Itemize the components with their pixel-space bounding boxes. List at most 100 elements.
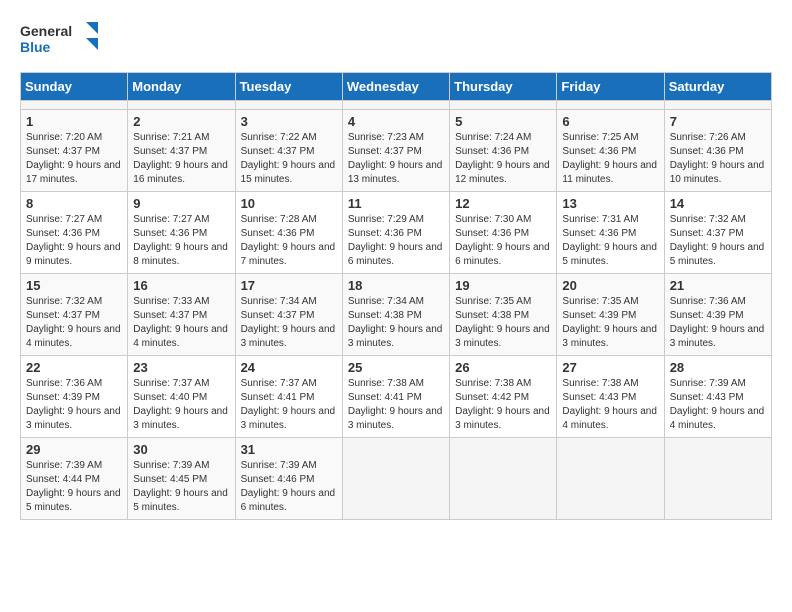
calendar-week-row: 15Sunrise: 7:32 AMSunset: 4:37 PMDayligh… <box>21 274 772 356</box>
day-number: 22 <box>26 360 122 375</box>
day-number: 28 <box>670 360 766 375</box>
calendar-cell: 2Sunrise: 7:21 AMSunset: 4:37 PMDaylight… <box>128 110 235 192</box>
page-header: General Blue <box>20 20 772 62</box>
day-number: 16 <box>133 278 229 293</box>
calendar-cell <box>450 101 557 110</box>
day-number: 13 <box>562 196 658 211</box>
svg-text:Blue: Blue <box>20 39 51 55</box>
calendar-cell: 6Sunrise: 7:25 AMSunset: 4:36 PMDaylight… <box>557 110 664 192</box>
calendar-cell: 31Sunrise: 7:39 AMSunset: 4:46 PMDayligh… <box>235 438 342 520</box>
calendar-cell: 4 Sunrise: 7:23 AMSunset: 4:37 PMDaylight… <box>342 110 449 192</box>
calendar-cell <box>342 438 449 520</box>
calendar-cell: 13 Sunrise: 7:31 AMSunset: 4:36 PMDayligh… <box>557 192 664 274</box>
day-info: Sunrise: 7:33 AMSunset: 4:37 PMDaylight:… <box>133 295 229 351</box>
calendar-cell <box>128 101 235 110</box>
calendar-table: SundayMondayTuesdayWednesdayThursdayFrid… <box>20 72 772 520</box>
day-info: Sunrise: 7:31 AMSunset: 4:36 PMDaylight:… <box>562 213 658 269</box>
calendar-cell: 18 Sunrise: 7:34 AMSunset: 4:38 PMDayligh… <box>342 274 449 356</box>
day-number: 18 <box>348 278 444 293</box>
day-info: Sunrise: 7:32 AMSunset: 4:37 PMDaylight:… <box>670 213 766 269</box>
day-number: 31 <box>241 442 337 457</box>
calendar-cell <box>664 101 771 110</box>
weekday-header: Sunday <box>21 73 128 101</box>
calendar-cell: 11 Sunrise: 7:29 AMSunset: 4:36 PMDayligh… <box>342 192 449 274</box>
day-info: Sunrise: 7:30 AMSunset: 4:36 PMDaylight:… <box>455 213 551 269</box>
day-number: 17 <box>241 278 337 293</box>
calendar-cell <box>557 101 664 110</box>
weekday-header: Friday <box>557 73 664 101</box>
day-number: 8 <box>26 196 122 211</box>
calendar-week-row: 22 Sunrise: 7:36 AMSunset: 4:39 PMDayligh… <box>21 356 772 438</box>
day-number: 24 <box>241 360 337 375</box>
day-info: Sunrise: 7:36 AMSunset: 4:39 PMDaylight:… <box>670 295 766 351</box>
day-number: 11 <box>348 196 444 211</box>
calendar-cell: 1 Sunrise: 7:20 AMSunset: 4:37 PMDaylight… <box>21 110 128 192</box>
weekday-header: Tuesday <box>235 73 342 101</box>
calendar-cell: 20Sunrise: 7:35 AMSunset: 4:39 PMDayligh… <box>557 274 664 356</box>
calendar-cell: 30 Sunrise: 7:39 AMSunset: 4:45 PMDayligh… <box>128 438 235 520</box>
day-number: 3 <box>241 114 337 129</box>
day-info: Sunrise: 7:39 AMSunset: 4:43 PMDaylight:… <box>670 377 766 433</box>
day-info: Sunrise: 7:20 AMSunset: 4:37 PMDaylight:… <box>26 131 122 187</box>
calendar-cell: 28 Sunrise: 7:39 AMSunset: 4:43 PMDayligh… <box>664 356 771 438</box>
calendar-week-row: 1 Sunrise: 7:20 AMSunset: 4:37 PMDaylight… <box>21 110 772 192</box>
day-info: Sunrise: 7:36 AMSunset: 4:39 PMDaylight:… <box>26 377 122 433</box>
calendar-cell: 25 Sunrise: 7:38 AMSunset: 4:41 PMDayligh… <box>342 356 449 438</box>
svg-text:General: General <box>20 23 72 39</box>
calendar-cell: 17 Sunrise: 7:34 AMSunset: 4:37 PMDayligh… <box>235 274 342 356</box>
calendar-cell <box>450 438 557 520</box>
calendar-week-row <box>21 101 772 110</box>
day-info: Sunrise: 7:39 AMSunset: 4:44 PMDaylight:… <box>26 459 122 515</box>
day-number: 15 <box>26 278 122 293</box>
day-number: 30 <box>133 442 229 457</box>
calendar-cell <box>21 101 128 110</box>
calendar-cell: 10Sunrise: 7:28 AMSunset: 4:36 PMDayligh… <box>235 192 342 274</box>
day-number: 12 <box>455 196 551 211</box>
day-number: 26 <box>455 360 551 375</box>
day-info: Sunrise: 7:35 AMSunset: 4:38 PMDaylight:… <box>455 295 551 351</box>
day-info: Sunrise: 7:23 AMSunset: 4:37 PMDaylight:… <box>348 131 444 187</box>
day-number: 9 <box>133 196 229 211</box>
day-info: Sunrise: 7:38 AMSunset: 4:42 PMDaylight:… <box>455 377 551 433</box>
calendar-week-row: 29 Sunrise: 7:39 AMSunset: 4:44 PMDayligh… <box>21 438 772 520</box>
day-info: Sunrise: 7:21 AMSunset: 4:37 PMDaylight:… <box>133 131 229 187</box>
day-info: Sunrise: 7:26 AMSunset: 4:36 PMDaylight:… <box>670 131 766 187</box>
day-number: 14 <box>670 196 766 211</box>
calendar-cell <box>557 438 664 520</box>
day-info: Sunrise: 7:22 AMSunset: 4:37 PMDaylight:… <box>241 131 337 187</box>
day-number: 10 <box>241 196 337 211</box>
day-info: Sunrise: 7:38 AMSunset: 4:41 PMDaylight:… <box>348 377 444 433</box>
calendar-cell: 7 Sunrise: 7:26 AMSunset: 4:36 PMDaylight… <box>664 110 771 192</box>
weekday-header: Thursday <box>450 73 557 101</box>
logo-svg: General Blue <box>20 20 100 62</box>
day-info: Sunrise: 7:39 AMSunset: 4:45 PMDaylight:… <box>133 459 229 515</box>
calendar-cell: 16 Sunrise: 7:33 AMSunset: 4:37 PMDayligh… <box>128 274 235 356</box>
calendar-cell: 8Sunrise: 7:27 AMSunset: 4:36 PMDaylight… <box>21 192 128 274</box>
weekday-header: Monday <box>128 73 235 101</box>
calendar-cell: 23 Sunrise: 7:37 AMSunset: 4:40 PMDayligh… <box>128 356 235 438</box>
day-number: 1 <box>26 114 122 129</box>
weekday-header: Wednesday <box>342 73 449 101</box>
day-number: 23 <box>133 360 229 375</box>
day-info: Sunrise: 7:29 AMSunset: 4:36 PMDaylight:… <box>348 213 444 269</box>
calendar-cell: 19Sunrise: 7:35 AMSunset: 4:38 PMDayligh… <box>450 274 557 356</box>
day-info: Sunrise: 7:34 AMSunset: 4:38 PMDaylight:… <box>348 295 444 351</box>
calendar-cell: 22 Sunrise: 7:36 AMSunset: 4:39 PMDayligh… <box>21 356 128 438</box>
day-info: Sunrise: 7:34 AMSunset: 4:37 PMDaylight:… <box>241 295 337 351</box>
day-info: Sunrise: 7:37 AMSunset: 4:40 PMDaylight:… <box>133 377 229 433</box>
calendar-cell: 21Sunrise: 7:36 AMSunset: 4:39 PMDayligh… <box>664 274 771 356</box>
calendar-cell <box>235 101 342 110</box>
day-number: 25 <box>348 360 444 375</box>
calendar-cell <box>342 101 449 110</box>
calendar-cell <box>664 438 771 520</box>
day-info: Sunrise: 7:37 AMSunset: 4:41 PMDaylight:… <box>241 377 337 433</box>
weekday-header: Saturday <box>664 73 771 101</box>
calendar-cell: 9Sunrise: 7:27 AMSunset: 4:36 PMDaylight… <box>128 192 235 274</box>
day-number: 4 <box>348 114 444 129</box>
calendar-cell: 26 Sunrise: 7:38 AMSunset: 4:42 PMDayligh… <box>450 356 557 438</box>
calendar-cell: 15Sunrise: 7:32 AMSunset: 4:37 PMDayligh… <box>21 274 128 356</box>
day-number: 7 <box>670 114 766 129</box>
calendar-cell: 29 Sunrise: 7:39 AMSunset: 4:44 PMDayligh… <box>21 438 128 520</box>
day-number: 29 <box>26 442 122 457</box>
day-info: Sunrise: 7:38 AMSunset: 4:43 PMDaylight:… <box>562 377 658 433</box>
